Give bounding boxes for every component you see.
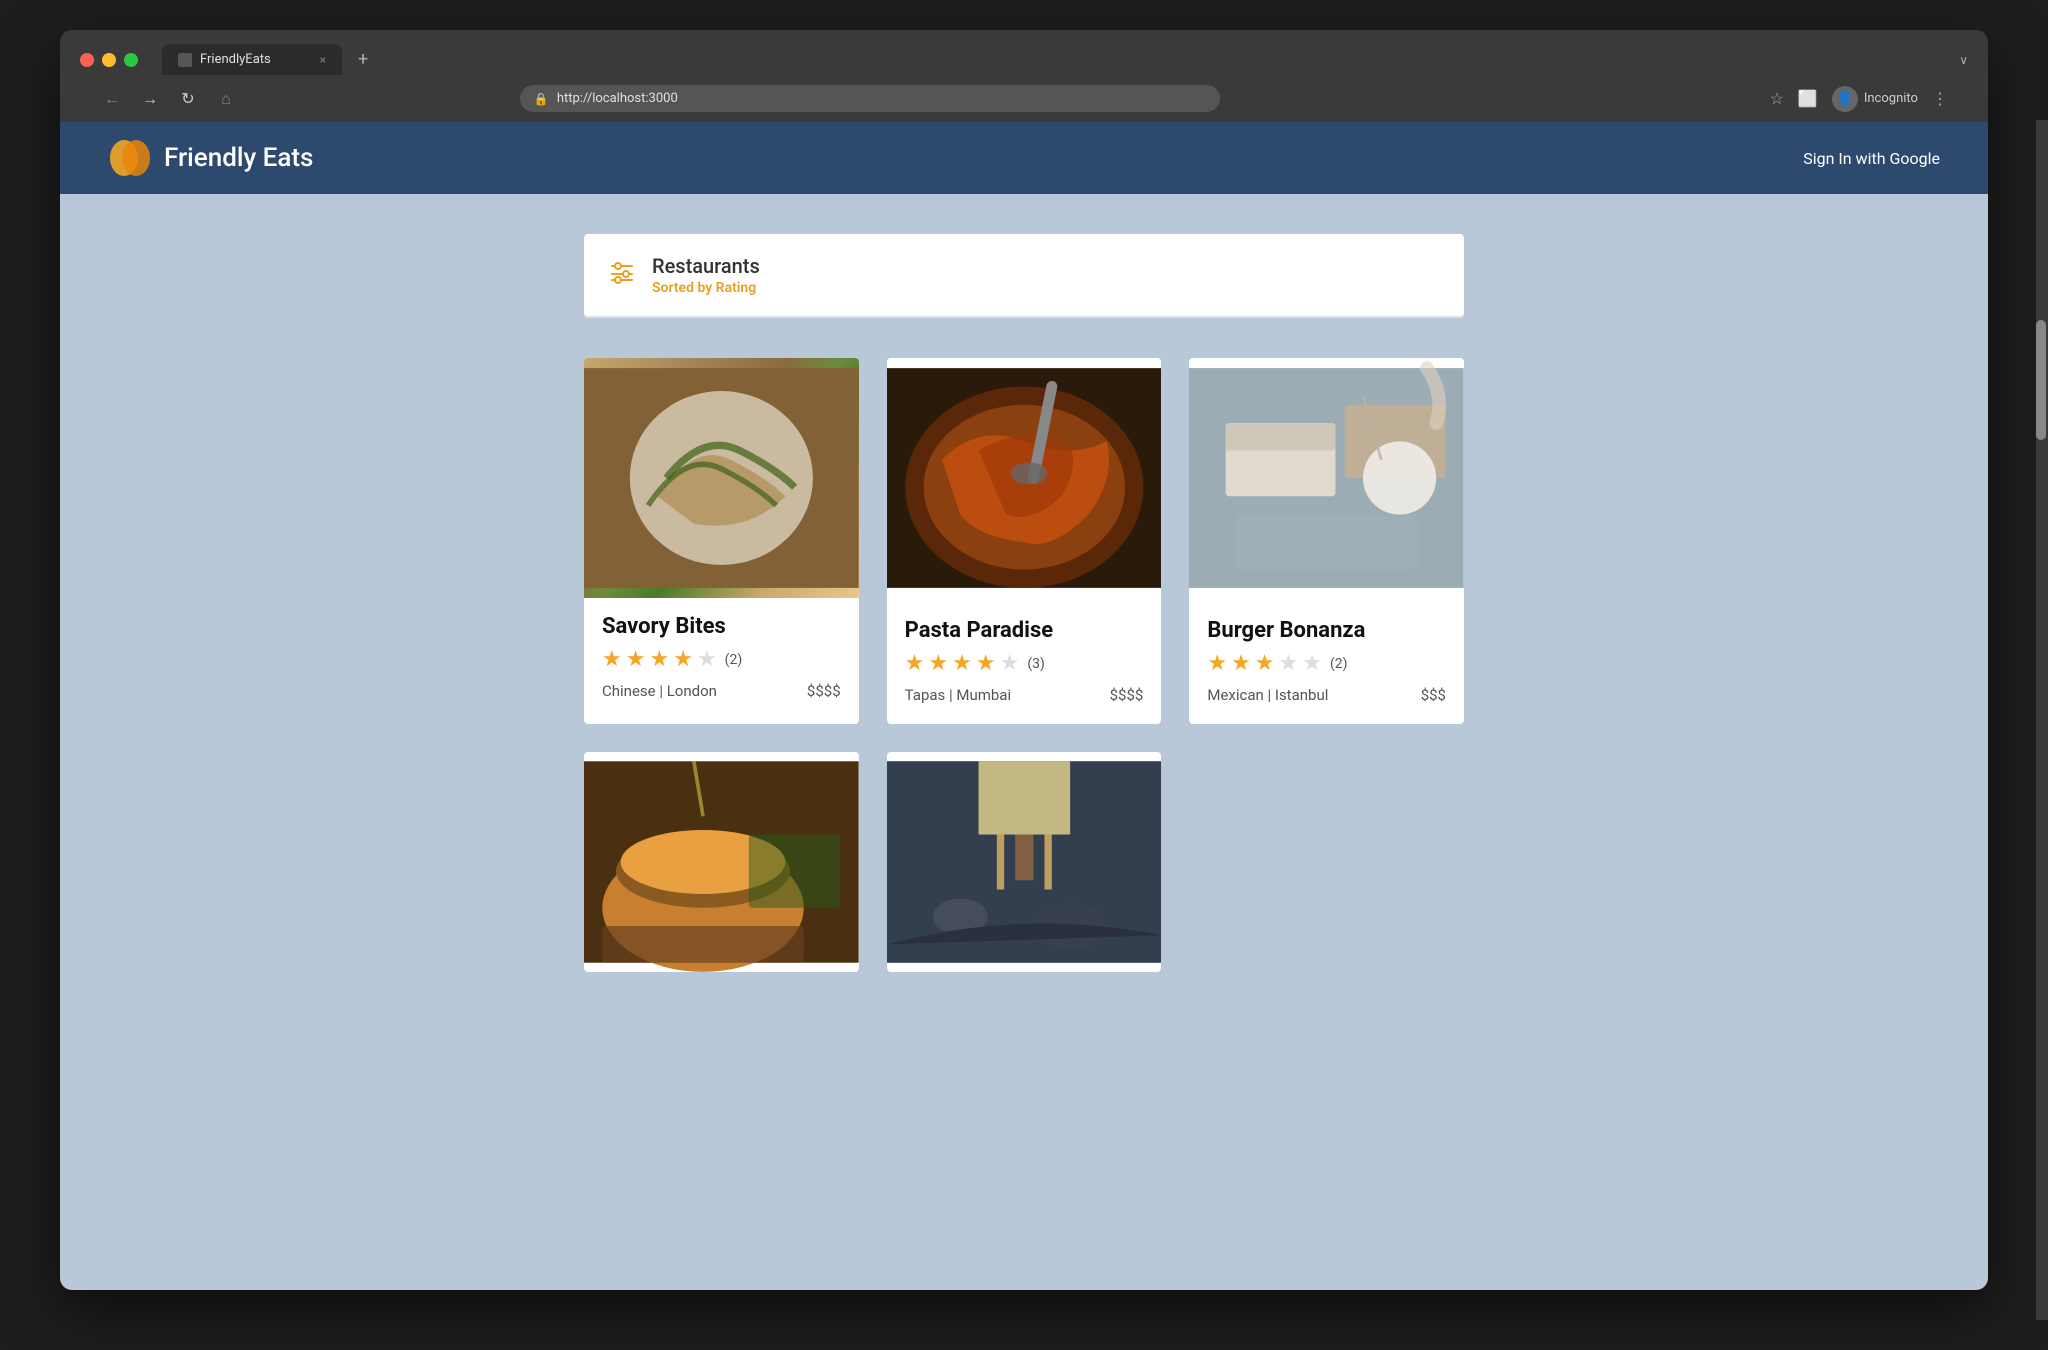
cuisine-city: Mexican | Istanbul xyxy=(1207,686,1328,704)
price: $$$$ xyxy=(1110,686,1144,704)
maximize-dot[interactable] xyxy=(124,53,138,67)
filter-icon xyxy=(608,258,636,292)
star-1: ★ xyxy=(1207,651,1227,676)
app-header: Friendly Eats Sign In with Google xyxy=(60,122,1988,194)
restaurant-card[interactable]: Savory Bites ★ ★ ★ ★ ★ (2) Chinese | Lon… xyxy=(584,358,859,724)
restaurant-card[interactable]: Burger Bonanza ★ ★ ★ ★ ★ (2) Mexican | I… xyxy=(1189,358,1464,724)
tab-menu-button[interactable]: ∨ xyxy=(1959,53,1968,67)
restaurant-card[interactable]: Pasta Paradise ★ ★ ★ ★ ★ (3) Tapas | Mum… xyxy=(887,358,1162,724)
star-1: ★ xyxy=(602,647,622,672)
review-count: (2) xyxy=(725,652,743,668)
star-4: ★ xyxy=(673,647,693,672)
restaurant-image xyxy=(1189,358,1464,602)
review-count: (2) xyxy=(1330,656,1348,672)
new-tab-button[interactable]: + xyxy=(350,45,376,74)
star-5: ★ xyxy=(1000,651,1020,676)
content-wrapper: Restaurants Sorted by Rating xyxy=(564,234,1484,972)
restaurant-image xyxy=(887,358,1162,602)
stars-row: ★ ★ ★ ★ ★ (2) xyxy=(1207,651,1446,676)
card-meta: Chinese | London $$$$ xyxy=(602,682,841,700)
restaurant-image xyxy=(584,752,859,972)
sign-in-button[interactable]: Sign In with Google xyxy=(1803,149,1940,168)
price: $$$ xyxy=(1421,686,1446,704)
toolbar-right: ☆ ⬜ 👤 Incognito ⋮ xyxy=(1770,86,1948,112)
card-meta: Tapas | Mumbai $$$$ xyxy=(905,686,1144,704)
filter-title: Restaurants xyxy=(652,254,760,278)
star-2: ★ xyxy=(1231,651,1251,676)
home-button[interactable]: ⌂ xyxy=(214,89,238,109)
stars-row: ★ ★ ★ ★ ★ (3) xyxy=(905,651,1144,676)
filter-text: Restaurants Sorted by Rating xyxy=(652,254,760,296)
minimize-dot[interactable] xyxy=(102,53,116,67)
restaurant-card[interactable] xyxy=(584,752,859,972)
star-5: ★ xyxy=(1302,651,1322,676)
price: $$$$ xyxy=(807,682,841,700)
cuisine-city: Chinese | London xyxy=(602,682,717,700)
incognito-avatar: 👤 xyxy=(1832,86,1858,112)
card-body: Savory Bites ★ ★ ★ ★ ★ (2) Chinese | Lon… xyxy=(584,598,859,720)
card-body: Pasta Paradise ★ ★ ★ ★ ★ (3) Tapas | Mum… xyxy=(887,602,1162,724)
card-body: Burger Bonanza ★ ★ ★ ★ ★ (2) Mexican | I… xyxy=(1189,602,1464,724)
tab-close-button[interactable]: × xyxy=(320,53,326,67)
star-5: ★ xyxy=(697,647,717,672)
main-area: Restaurants Sorted by Rating xyxy=(60,194,1988,1290)
star-2: ★ xyxy=(928,651,948,676)
menu-icon[interactable]: ⋮ xyxy=(1932,89,1948,108)
stars-row: ★ ★ ★ ★ ★ (2) xyxy=(602,647,841,672)
bookmark-icon[interactable]: ☆ xyxy=(1770,89,1784,108)
app-logo: Friendly Eats xyxy=(108,136,313,180)
incognito-label: Incognito xyxy=(1864,91,1918,106)
restaurant-name: Savory Bites xyxy=(602,614,841,639)
refresh-button[interactable]: ↻ xyxy=(176,89,200,108)
title-bar: FriendlyEats × + ∨ ← → ↻ ⌂ 🔒 http://loca… xyxy=(60,30,1988,122)
restaurant-image xyxy=(887,752,1162,972)
review-count: (3) xyxy=(1027,656,1045,672)
traffic-lights xyxy=(80,53,138,67)
active-tab[interactable]: FriendlyEats × xyxy=(162,44,342,75)
address-bar[interactable]: 🔒 http://localhost:3000 xyxy=(520,85,1220,112)
close-dot[interactable] xyxy=(80,53,94,67)
star-2: ★ xyxy=(626,647,646,672)
address-bar-row: ← → ↻ ⌂ 🔒 http://localhost:3000 ☆ ⬜ 👤 In… xyxy=(80,75,1968,122)
cuisine-city: Tapas | Mumbai xyxy=(905,686,1011,704)
star-3: ★ xyxy=(952,651,972,676)
star-4: ★ xyxy=(1279,651,1299,676)
restaurant-name: Burger Bonanza xyxy=(1207,618,1446,643)
filter-subtitle: Sorted by Rating xyxy=(652,280,760,296)
filter-header: Restaurants Sorted by Rating xyxy=(584,234,1464,318)
card-meta: Mexican | Istanbul $$$ xyxy=(1207,686,1446,704)
restaurant-card[interactable] xyxy=(887,752,1162,972)
tab-favicon xyxy=(178,53,192,67)
logo-icon xyxy=(108,136,152,180)
url-text: http://localhost:3000 xyxy=(557,91,678,106)
restaurants-grid: Savory Bites ★ ★ ★ ★ ★ (2) Chinese | Lon… xyxy=(584,358,1464,972)
browser-window: FriendlyEats × + ∨ ← → ↻ ⌂ 🔒 http://loca… xyxy=(60,30,1988,1290)
star-1: ★ xyxy=(905,651,925,676)
star-3: ★ xyxy=(649,647,669,672)
star-4: ★ xyxy=(976,651,996,676)
star-3: ★ xyxy=(1255,651,1275,676)
lock-icon: 🔒 xyxy=(534,92,549,106)
split-view-icon[interactable]: ⬜ xyxy=(1798,89,1818,108)
page-content: Friendly Eats Sign In with Google xyxy=(60,122,1988,1290)
restaurant-name: Pasta Paradise xyxy=(905,618,1144,643)
forward-button[interactable]: → xyxy=(138,89,162,109)
back-button[interactable]: ← xyxy=(100,89,124,109)
restaurant-image xyxy=(584,358,859,598)
app-title: Friendly Eats xyxy=(164,143,313,173)
incognito-badge[interactable]: 👤 Incognito xyxy=(1832,86,1918,112)
tab-row: FriendlyEats × + ∨ xyxy=(80,44,1968,75)
tab-title: FriendlyEats xyxy=(200,52,271,67)
